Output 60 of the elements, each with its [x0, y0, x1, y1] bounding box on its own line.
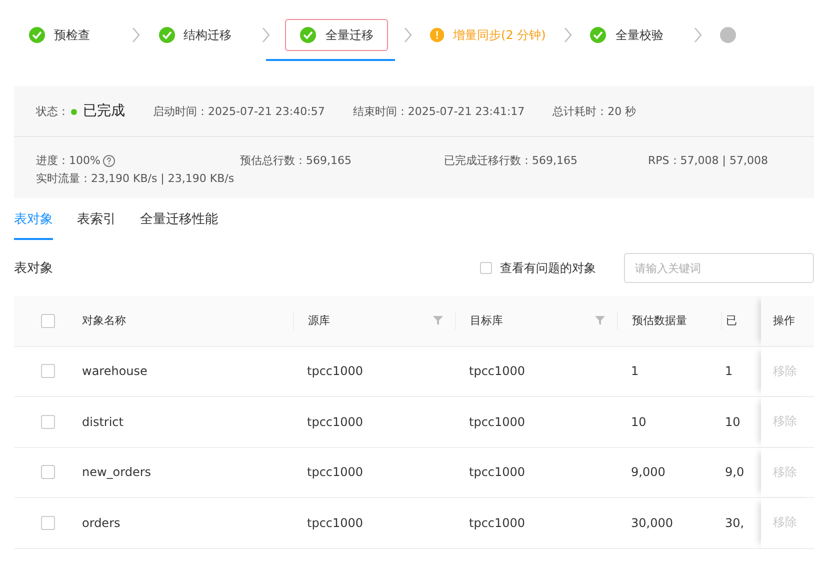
- table-cell-text: orders: [81, 516, 122, 530]
- summary-info: 结束时间：2025-07-21 23:41:17: [352, 104, 525, 118]
- summary-info: 总计耗时：20 秒: [552, 104, 636, 118]
- step-tab[interactable]: 结构迁移: [150, 19, 253, 51]
- column-header: 预估数据量: [632, 313, 687, 328]
- column-header: 目标库: [470, 313, 503, 328]
- table-cell-text: new_orders: [81, 465, 152, 480]
- help-icon[interactable]: [103, 155, 116, 167]
- summary-info: 已完成迁移行数：569,165: [444, 153, 578, 168]
- progress-text: 进度：100%: [36, 154, 100, 167]
- chevron-right-icon: [262, 27, 270, 43]
- check-circle-icon: [29, 27, 45, 43]
- select-all-checkbox[interactable]: [41, 314, 55, 328]
- filter-icon[interactable]: [433, 316, 443, 326]
- table-cell-text: 1: [724, 364, 734, 378]
- summary-info: 启动时间：2025-07-21 23:40:57: [153, 104, 325, 118]
- chevron-right-icon: [404, 27, 412, 43]
- table-cell-text: tpcc1000: [306, 465, 364, 480]
- section-title: 表对象: [14, 260, 54, 277]
- step-tab[interactable]: 预检查: [20, 19, 124, 51]
- table-cell-text: 1: [630, 364, 640, 378]
- chevron-right-icon: [694, 27, 702, 43]
- tab[interactable]: 全量迁移性能: [140, 210, 218, 240]
- table-cell-text: tpcc1000: [468, 516, 526, 530]
- summary-info: 预估总行数：569,165: [240, 153, 352, 168]
- search-field[interactable]: 请输入关键词: [624, 253, 814, 283]
- table-cell-text: 9,000: [630, 465, 666, 480]
- table-cell-text: 9,0: [724, 465, 746, 480]
- column-header: 操作: [773, 313, 795, 328]
- table-cell-text: tpcc1000: [306, 516, 364, 530]
- check-circle-icon: [158, 27, 175, 43]
- column-header: 源库: [308, 313, 330, 328]
- table-cell-text: 10: [630, 414, 648, 429]
- table-cell-text: tpcc1000: [468, 414, 526, 429]
- check-circle-icon: [590, 27, 606, 43]
- flow-text: 实时流量：23,190 KB/s | 23,190 KB/s: [36, 171, 236, 186]
- circle-icon: [720, 27, 736, 43]
- check-circle-icon: [300, 27, 316, 43]
- table-cell-text: 30,: [724, 516, 746, 530]
- table-cell-text: tpcc1000: [468, 465, 526, 480]
- tab[interactable]: 表索引: [77, 210, 116, 240]
- checkbox-label[interactable]: 查看有问题的对象: [500, 260, 596, 276]
- table-cell-text: 30,000: [630, 516, 674, 530]
- table-cell-text: tpcc1000: [468, 364, 526, 378]
- column-header: 对象名称: [82, 313, 126, 328]
- column-header: 已: [726, 313, 737, 328]
- table-cell-text: warehouse: [81, 364, 148, 378]
- table-cell-text: tpcc1000: [306, 414, 364, 429]
- table-cell-text: district: [81, 414, 124, 429]
- filter-icon[interactable]: [595, 316, 605, 326]
- status-value: 已完成: [83, 103, 125, 119]
- table-cell-text: 10: [724, 414, 742, 429]
- warning-circle-icon: [430, 27, 444, 43]
- step-tab[interactable]: 全量校验: [581, 19, 684, 51]
- table-cell-text: tpcc1000: [306, 364, 364, 378]
- chevron-right-icon: [132, 27, 140, 43]
- checkbox[interactable]: [480, 262, 492, 274]
- status-label: 状态：: [36, 105, 69, 118]
- chevron-right-icon: [564, 27, 572, 43]
- summary-info: RPS：57,008 | 57,008: [648, 153, 769, 168]
